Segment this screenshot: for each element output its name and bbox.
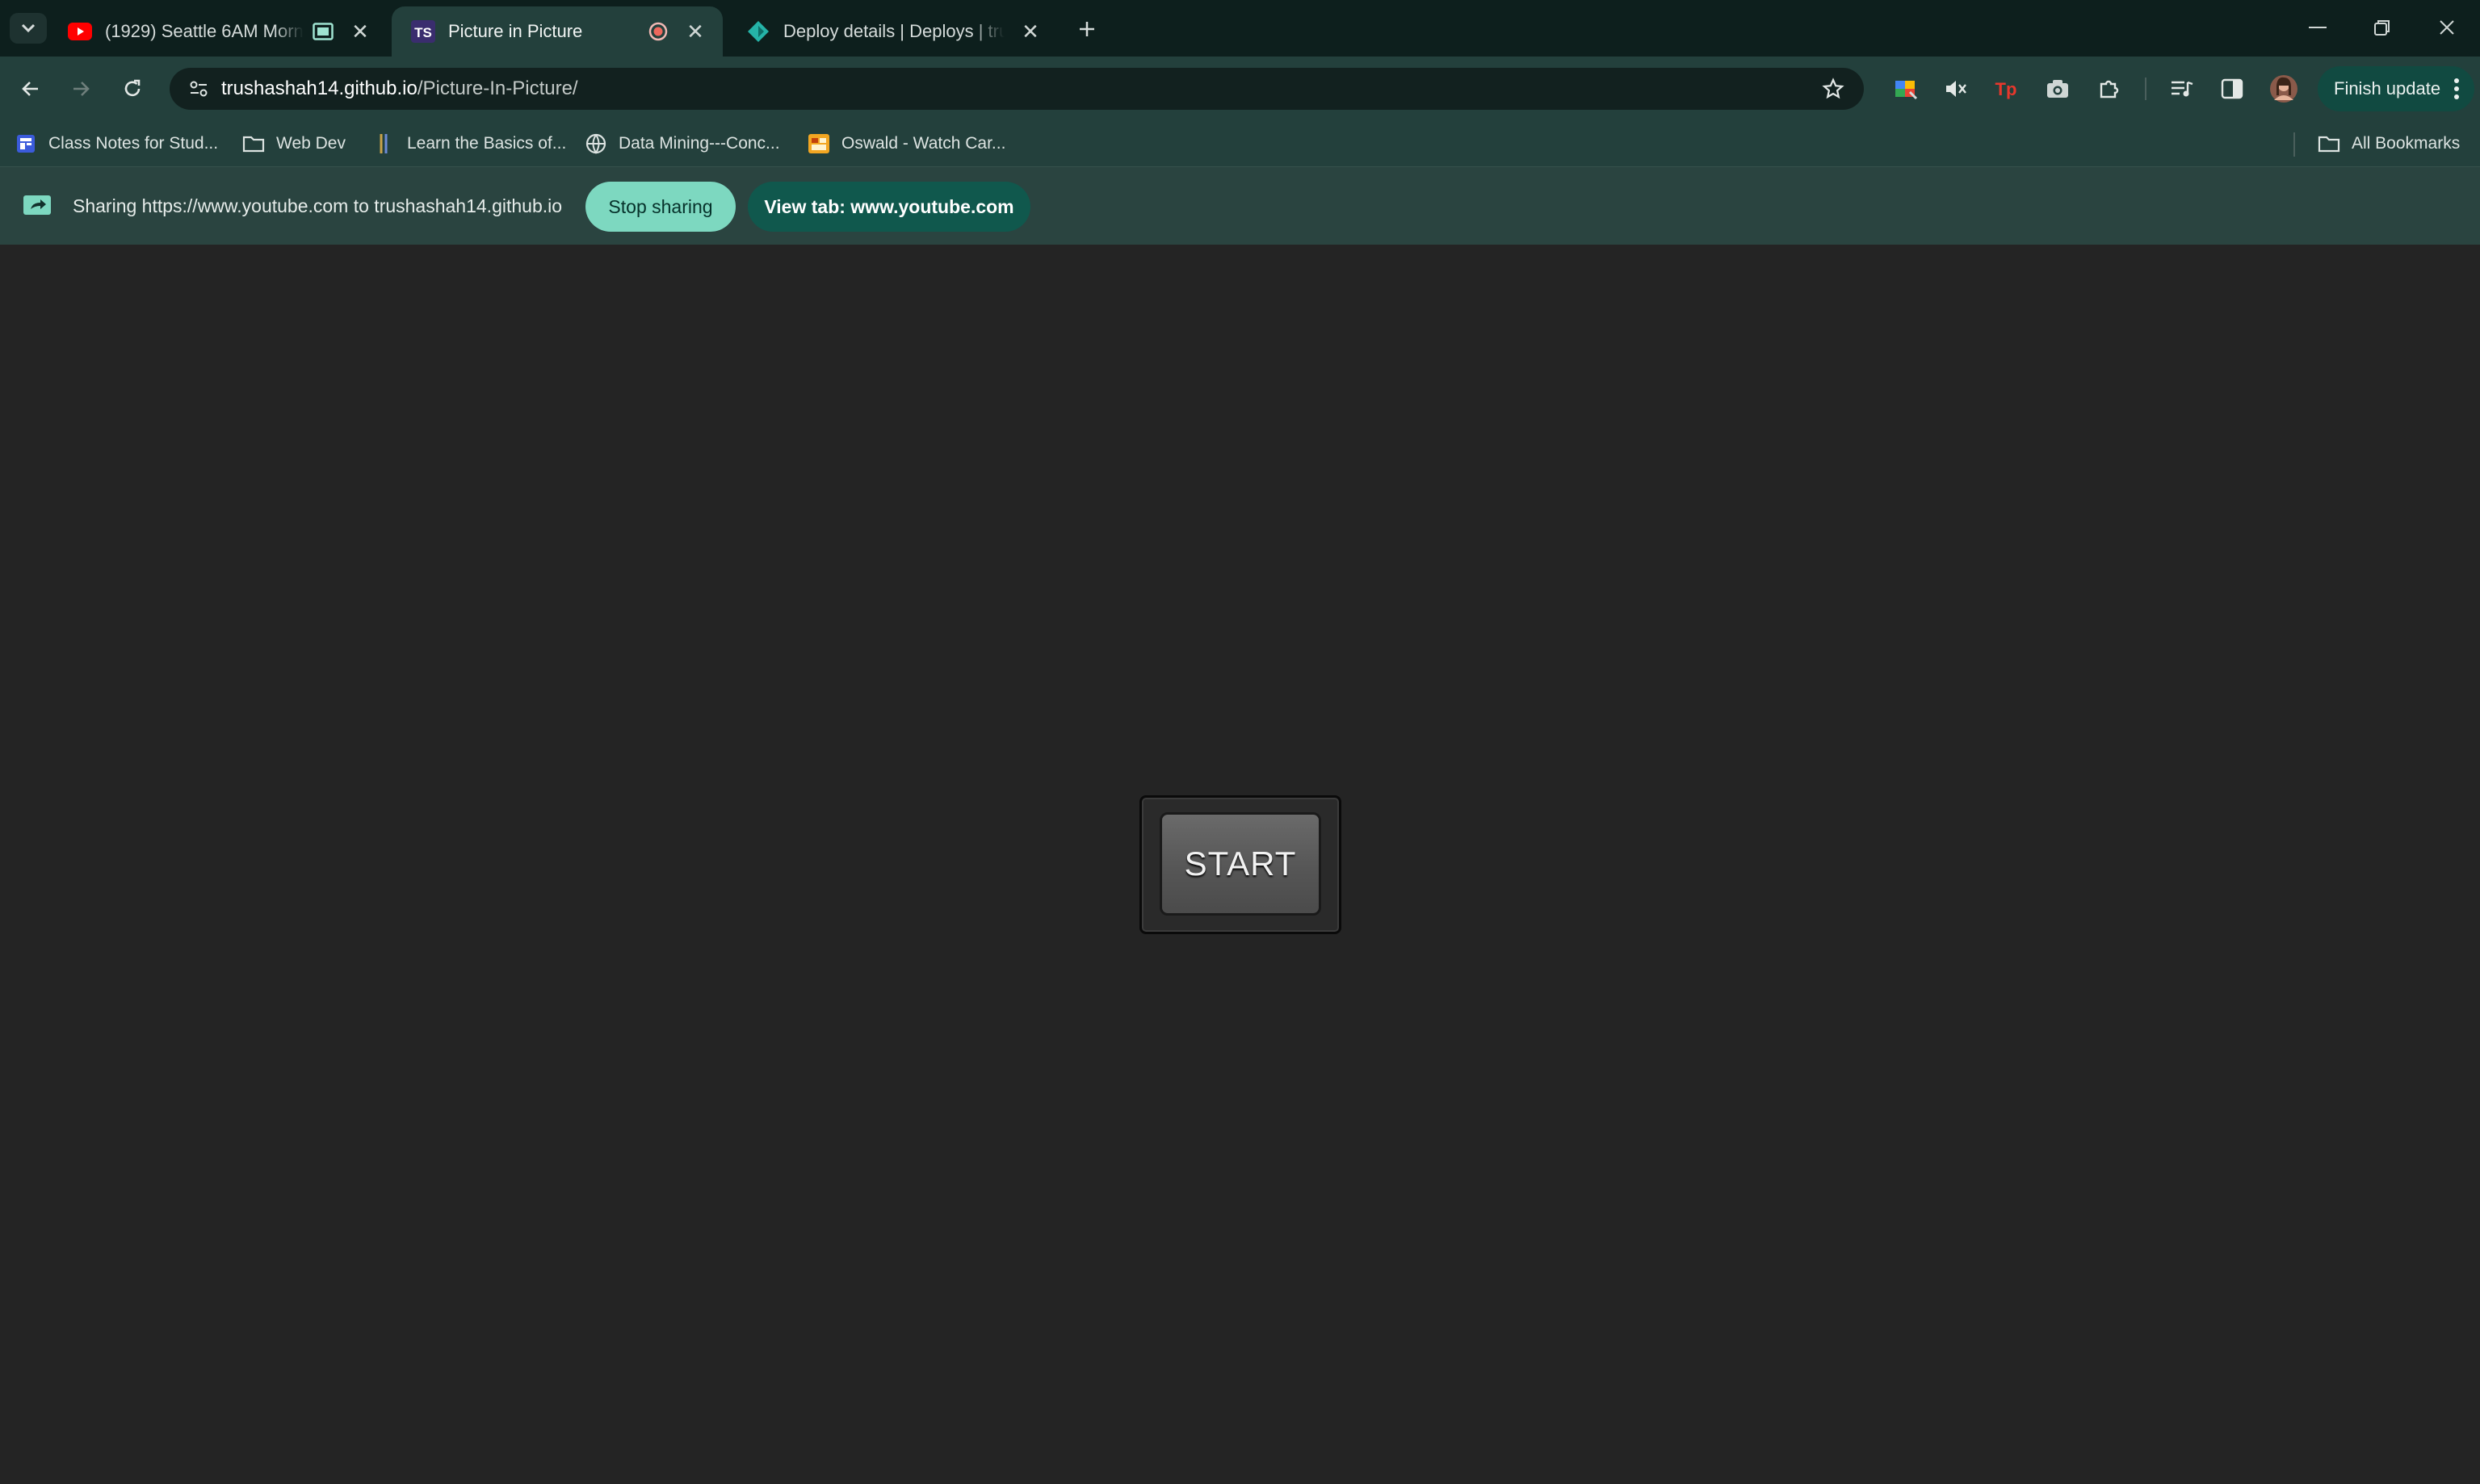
close-tab-icon[interactable]: ✕ bbox=[349, 19, 371, 44]
tab-picture-in-picture[interactable]: TS Picture in Picture ✕ bbox=[392, 6, 723, 57]
view-tab-button[interactable]: View tab: www.youtube.com bbox=[748, 182, 1030, 232]
side-panel-icon[interactable] bbox=[2214, 71, 2250, 107]
site-info-icon[interactable] bbox=[183, 73, 215, 105]
start-button[interactable]: START bbox=[1160, 812, 1321, 916]
bookmark-web-dev[interactable]: Web Dev bbox=[242, 129, 346, 158]
bookmarks-separator bbox=[2293, 132, 2295, 157]
svg-text:TS: TS bbox=[414, 25, 432, 40]
svg-text:Tp: Tp bbox=[1995, 79, 2017, 99]
close-window-button[interactable] bbox=[2415, 6, 2479, 48]
reload-button[interactable] bbox=[116, 73, 149, 105]
arrow-right-icon bbox=[73, 82, 90, 96]
profile-avatar[interactable] bbox=[2266, 71, 2302, 107]
tab-title: Picture in Picture bbox=[448, 21, 583, 41]
address-bar[interactable]: trushashah14.github.io/Picture-In-Pictur… bbox=[170, 68, 1864, 110]
screen-share-icon bbox=[23, 195, 51, 215]
tp-extension-icon[interactable]: Tp bbox=[1988, 71, 2024, 107]
tab-strip: (1929) Seattle 6AM Morning ✕ TS Picture … bbox=[0, 0, 2480, 57]
url-text[interactable]: trushashah14.github.io/Picture-In-Pictur… bbox=[221, 68, 578, 110]
bookmark-class-notes[interactable]: Class Notes for Stud... bbox=[15, 129, 218, 158]
recording-icon bbox=[647, 20, 669, 43]
plus-icon bbox=[1080, 22, 1094, 36]
oswald-icon bbox=[808, 132, 830, 155]
media-controls-icon[interactable] bbox=[2164, 71, 2200, 107]
google-lens-icon[interactable] bbox=[1888, 71, 1924, 107]
tab-sharing-infobar: Sharing https://www.youtube.com to trush… bbox=[0, 166, 2480, 245]
netlify-icon bbox=[746, 19, 770, 44]
bookmark-star-icon[interactable] bbox=[1819, 74, 1848, 103]
all-bookmarks-button[interactable]: All Bookmarks bbox=[2318, 129, 2460, 158]
more-menu-icon bbox=[2454, 78, 2459, 99]
reload-icon bbox=[124, 79, 141, 97]
minimize-icon bbox=[2309, 27, 2327, 28]
folder-icon bbox=[2318, 132, 2340, 155]
restore-icon bbox=[2374, 20, 2390, 36]
tab-search-button[interactable] bbox=[10, 13, 47, 44]
bookmark-page-icon bbox=[373, 132, 396, 155]
browser-toolbar: trushashah14.github.io/Picture-In-Pictur… bbox=[0, 57, 2480, 121]
url-path: /Picture-In-Picture/ bbox=[417, 78, 578, 99]
chevron-down-icon bbox=[21, 23, 36, 33]
muted-speaker-icon[interactable] bbox=[1938, 71, 1974, 107]
finish-update-label: Finish update bbox=[2334, 78, 2441, 99]
start-button-frame: START bbox=[1139, 795, 1341, 934]
close-icon bbox=[2440, 20, 2454, 35]
toolbar-separator bbox=[2145, 78, 2146, 100]
page-content: START bbox=[0, 245, 2480, 1484]
youtube-icon bbox=[68, 19, 92, 44]
tab-deploy-details[interactable]: Deploy details | Deploys | trushashah14 … bbox=[727, 6, 1058, 57]
camera-icon[interactable] bbox=[2040, 71, 2075, 107]
tab-youtube[interactable]: (1929) Seattle 6AM Morning ✕ bbox=[48, 6, 388, 57]
extensions-puzzle-icon[interactable] bbox=[2092, 71, 2127, 107]
bookmark-learn-basics[interactable]: Learn the Basics of... bbox=[373, 129, 566, 158]
new-tab-button[interactable] bbox=[1072, 15, 1102, 44]
bookmark-label: Data Mining---Conc... bbox=[619, 134, 780, 153]
tab-title: (1929) Seattle 6AM Morning bbox=[105, 21, 304, 41]
forward-button[interactable] bbox=[65, 73, 97, 105]
close-tab-icon[interactable]: ✕ bbox=[684, 19, 707, 44]
sharing-message: Sharing https://www.youtube.com to trush… bbox=[73, 195, 563, 216]
bookmark-label: Learn the Basics of... bbox=[407, 134, 567, 153]
bookmark-label: Web Dev bbox=[276, 134, 346, 153]
folder-icon bbox=[242, 132, 265, 155]
notes-icon bbox=[15, 132, 37, 155]
globe-icon bbox=[585, 132, 607, 155]
url-host: trushashah14.github.io bbox=[221, 78, 418, 99]
minimize-button[interactable] bbox=[2285, 6, 2350, 48]
finish-update-button[interactable]: Finish update bbox=[2318, 66, 2474, 111]
bookmark-label: Oswald - Watch Car... bbox=[841, 134, 1006, 153]
picture-in-picture-icon bbox=[312, 20, 334, 43]
tab-title: Deploy details | Deploys | trushashah14 bbox=[783, 21, 1005, 41]
arrow-left-icon bbox=[22, 82, 38, 96]
bookmark-label: Class Notes for Stud... bbox=[48, 134, 219, 153]
bookmark-oswald[interactable]: Oswald - Watch Car... bbox=[808, 129, 1005, 158]
restore-button[interactable] bbox=[2350, 6, 2415, 48]
bookmarks-bar: Class Notes for Stud... Web Dev Learn th… bbox=[0, 121, 2480, 166]
ts-favicon-icon: TS bbox=[411, 19, 435, 44]
stop-sharing-button[interactable]: Stop sharing bbox=[585, 182, 736, 232]
close-tab-icon[interactable]: ✕ bbox=[1019, 19, 1042, 44]
all-bookmarks-label: All Bookmarks bbox=[2352, 134, 2461, 153]
bookmark-data-mining[interactable]: Data Mining---Conc... bbox=[585, 129, 780, 158]
back-button[interactable] bbox=[15, 73, 47, 105]
